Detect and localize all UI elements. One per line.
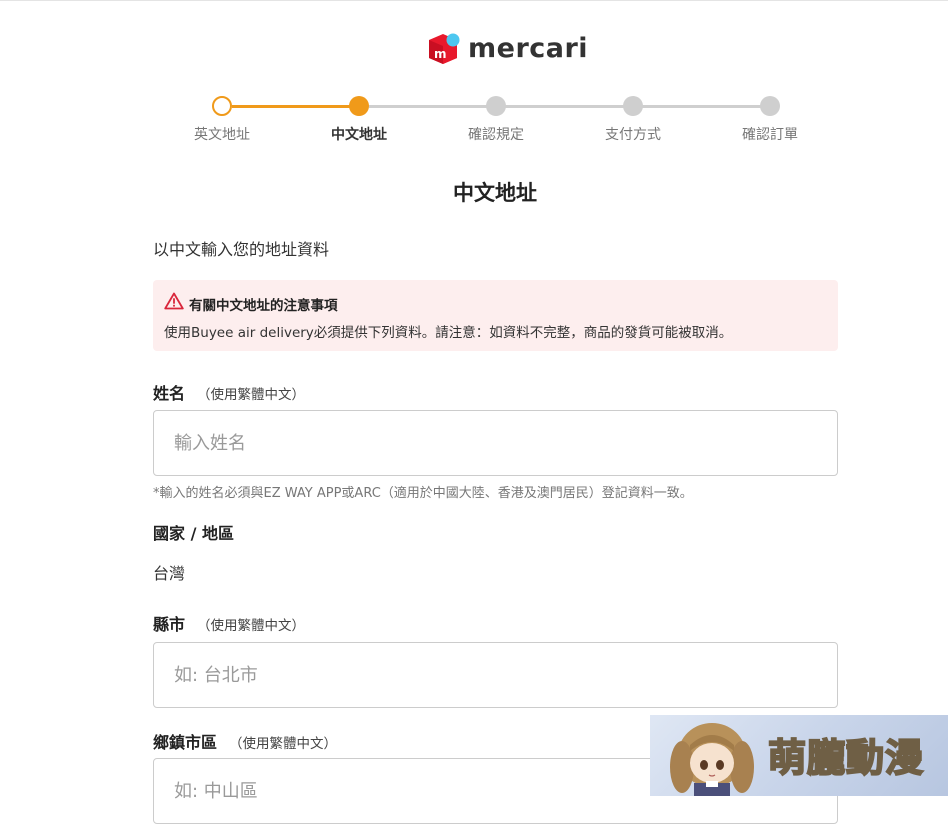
page-subtitle: 以中文輸入您的地址資料: [153, 240, 330, 259]
top-divider: [0, 0, 948, 1]
step-label-english-address: 英文地址: [194, 127, 250, 143]
name-label-hint: （使用繁體中文）: [197, 387, 306, 403]
name-helper-text: *輸入的姓名必須與EZ WAY APP或ARC（適用於中國大陸、香港及澳門居民）…: [153, 486, 693, 501]
city-input-box[interactable]: [153, 642, 838, 708]
name-label: 姓名 （使用繁體中文）: [153, 380, 305, 404]
watermark-text: 萌朧動漫: [767, 734, 925, 781]
mercari-logo-icon: m: [426, 31, 460, 67]
step-dot-1: [212, 96, 232, 116]
brand-name: mercari: [468, 33, 589, 64]
notice-title: 有關中文地址的注意事項: [189, 298, 338, 314]
district-label: 鄉鎮市區 （使用繁體中文）: [153, 729, 337, 753]
name-label-text: 姓名: [153, 384, 186, 403]
city-input[interactable]: [154, 643, 814, 707]
notice-body: 使用Buyee air delivery必須提供下列資料。請注意：如資料不完整，…: [164, 325, 733, 341]
district-label-text: 鄉鎮市區: [153, 733, 218, 752]
step-label-chinese-address: 中文地址: [331, 127, 387, 143]
city-label-text: 縣市: [153, 615, 186, 634]
stepper-track-done: [232, 105, 359, 108]
svg-text:m: m: [434, 47, 447, 61]
step-dot-3: [486, 96, 506, 116]
step-dot-5: [760, 96, 780, 116]
name-input-box[interactable]: [153, 410, 838, 476]
page-title: 中文地址: [453, 181, 537, 205]
step-label-confirm-rules: 確認規定: [468, 127, 524, 143]
warning-icon: [164, 292, 184, 310]
step-label-confirm-order: 確認訂單: [742, 127, 798, 143]
district-label-hint: （使用繁體中文）: [229, 736, 338, 752]
step-dot-2: [349, 96, 369, 116]
step-dot-4: [623, 96, 643, 116]
checkout-stepper: 英文地址 中文地址 確認規定 支付方式 確認訂單: [0, 90, 948, 150]
country-label: 國家 / 地區: [153, 524, 234, 543]
stepper-track-todo: [369, 105, 769, 108]
name-input[interactable]: [154, 411, 814, 475]
country-value: 台灣: [153, 564, 186, 583]
city-label: 縣市 （使用繁體中文）: [153, 611, 305, 635]
mercari-logo[interactable]: m mercari: [426, 31, 588, 67]
notice-box: 有關中文地址的注意事項 使用Buyee air delivery必須提供下列資料…: [153, 280, 838, 351]
step-label-payment-method: 支付方式: [605, 127, 661, 143]
anime-character-icon: [660, 715, 760, 796]
watermark: 萌朧動漫: [650, 715, 948, 796]
city-label-hint: （使用繁體中文）: [197, 618, 306, 634]
